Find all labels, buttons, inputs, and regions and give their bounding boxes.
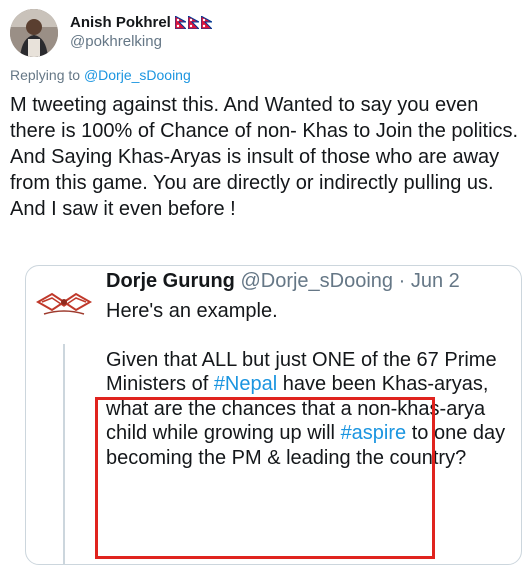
thread-line [63, 344, 65, 564]
hashtag-aspire-link[interactable]: #aspire [341, 422, 407, 444]
flags-group [174, 15, 212, 29]
replying-handle-link[interactable]: @Dorje_sDooing [84, 67, 191, 83]
quoted-handle[interactable]: @Dorje_sDooing [240, 270, 393, 292]
author-avatar[interactable] [10, 9, 58, 57]
nepal-flag-icon [187, 15, 199, 29]
author-display-name[interactable]: Anish Pokhrel [70, 14, 171, 31]
quoted-author-avatar[interactable] [30, 272, 98, 340]
quoted-paragraph: Given that ALL but just ONE of the 67 Pr… [106, 348, 506, 471]
quoted-line-1: Here's an example. [106, 300, 278, 322]
quoted-date[interactable]: Jun 2 [411, 270, 460, 292]
quoted-display-name[interactable]: Dorje Gurung [106, 270, 235, 292]
quoted-tweet[interactable]: Dorje Gurung @Dorje_sDooing · Jun 2 Here… [25, 265, 522, 565]
header-separator: · [398, 270, 406, 292]
tweet-text: M tweeting against this. And Wanted to s… [10, 94, 519, 220]
replying-prefix: Replying to [10, 67, 81, 83]
quoted-tweet-body: Here's an example. Given that ALL but ju… [106, 299, 506, 470]
quoted-tweet-header: Dorje Gurung @Dorje_sDooing · Jun 2 [106, 270, 460, 293]
author-handle[interactable]: @pokhrelking [70, 33, 162, 50]
tweet-header: Anish Pokhrel @pokhrelking [10, 9, 522, 57]
nepal-flag-icon [174, 15, 186, 29]
replying-to-line: Replying to @Dorje_sDooing [10, 67, 191, 83]
nepal-flag-icon [200, 15, 212, 29]
hashtag-nepal-link[interactable]: #Nepal [214, 373, 277, 395]
